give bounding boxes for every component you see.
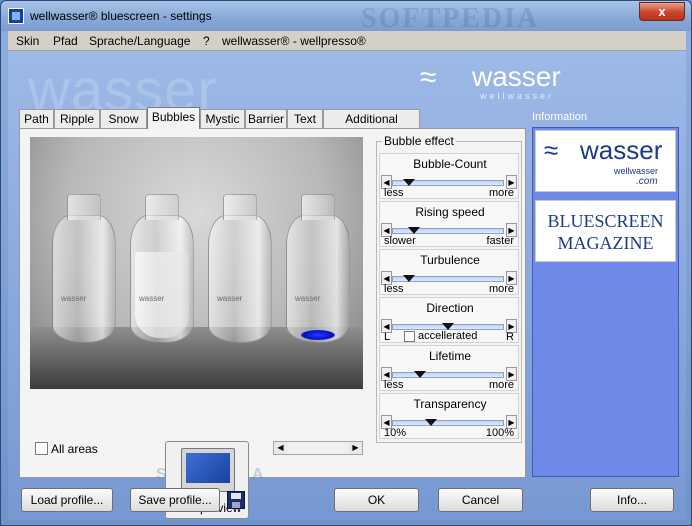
slider-thumb[interactable] <box>425 419 438 426</box>
accellerated-checkbox[interactable] <box>404 330 415 342</box>
all-areas-checkbox[interactable] <box>35 442 48 456</box>
bubble-effect-title: Bubble effect <box>382 134 456 148</box>
slider-thumb[interactable] <box>414 371 426 378</box>
bubbles-tab-panel: wasser wasser wasser wasser All areas pr… <box>19 128 526 519</box>
tab-additional-settings[interactable]: Additional settings <box>323 109 420 140</box>
preview-image: wasser wasser wasser wasser <box>30 137 363 389</box>
ok-button[interactable]: OK <box>334 488 419 512</box>
preview-scrollbar[interactable]: ◀ ▶ <box>273 441 363 455</box>
monitor-icon <box>181 448 235 499</box>
client-area: wasser ≈ wasser wellwasser Path Ripple S… <box>8 51 686 520</box>
carafe-4: wasser <box>286 194 350 343</box>
wave-logo-icon: ≈ <box>420 61 437 94</box>
slider-track[interactable] <box>392 420 504 426</box>
slider-min-label: less <box>384 379 404 391</box>
slider-name: Turbulence <box>420 253 480 267</box>
carafe-1: wasser <box>52 194 116 343</box>
slider-thumb[interactable] <box>442 323 454 330</box>
app-icon[interactable] <box>8 8 24 24</box>
slider-min-label: slower <box>384 235 416 247</box>
window-title: wellwasser® bluescreen - settings <box>30 9 212 23</box>
slider-min-label: less <box>384 187 404 199</box>
close-button[interactable]: x <box>639 2 685 21</box>
carafe-neck <box>67 194 101 220</box>
slider-name: Lifetime <box>428 349 472 363</box>
wave-logo-icon: ≈ <box>544 135 559 165</box>
slider-name: Direction <box>426 301 474 315</box>
wasser-card-dotcom: .com <box>636 176 658 187</box>
info-button[interactable]: Info... <box>590 488 674 512</box>
slider-max-label: faster <box>486 235 514 247</box>
magazine-line-2: MAGAZINE <box>557 233 654 253</box>
menu-skin[interactable]: Skin <box>16 34 39 48</box>
all-areas-option[interactable]: All areas <box>35 441 98 456</box>
slider-thumb[interactable] <box>402 275 415 282</box>
slider-track[interactable] <box>392 372 504 378</box>
scroll-right-arrow-icon[interactable]: ▶ <box>349 442 362 454</box>
slider-max-label: 100% <box>485 427 514 439</box>
bluescreen-magazine-banner[interactable]: BLUESCREEN MAGAZINE <box>535 200 676 262</box>
slider-max-label: more <box>488 187 514 199</box>
slider-max-label: more <box>488 379 514 391</box>
header-logo-sub: wellwasser <box>480 91 555 101</box>
accellerated-label: accellerated <box>418 330 478 342</box>
tab-ripple[interactable]: Ripple <box>54 109 100 129</box>
magazine-line-1: BLUESCREEN <box>547 211 664 231</box>
wasser-card-sub: wellwasser <box>614 166 659 176</box>
slider-bubble-count: Bubble-Count ◀ ▶ less more <box>379 153 519 199</box>
title-bar[interactable]: wellwasser® bluescreen - settings SOFTPE… <box>1 1 691 34</box>
menu-help[interactable]: ? <box>203 34 210 48</box>
header-logo: ≈ wasser wellwasser <box>420 59 570 105</box>
slider-thumb[interactable] <box>402 179 415 186</box>
slider-turbulence: Turbulence ◀ ▶ less more <box>379 249 519 295</box>
tab-path[interactable]: Path <box>19 109 54 129</box>
information-panel: ≈ wasser wellwasser .com BLUESCREEN MAGA… <box>532 127 679 477</box>
carafe-3: wasser <box>208 194 272 343</box>
scroll-left-arrow-icon[interactable]: ◀ <box>274 442 287 454</box>
tab-bubbles[interactable]: Bubbles <box>147 107 200 129</box>
load-profile-button[interactable]: Load profile... <box>21 488 113 512</box>
carafe-brand: wasser <box>139 294 165 303</box>
slider-name: Bubble-Count <box>413 157 487 171</box>
carafe-neck <box>301 194 335 220</box>
information-label: Information <box>532 111 588 123</box>
menu-bar: Skin Pfad Sprache/Language ? wellwasser®… <box>8 31 686 51</box>
tab-snow[interactable]: Snow <box>100 109 147 129</box>
wasser-link-banner[interactable]: ≈ wasser wellwasser .com <box>535 130 676 192</box>
slider-min-label: 10% <box>384 427 407 439</box>
slider-transparency: Transparency ◀ ▶ 10% 100% <box>379 393 519 439</box>
tab-text[interactable]: Text <box>287 109 323 129</box>
slider-direction: Direction ◀ ▶ L accellerated R <box>379 297 519 343</box>
cancel-button[interactable]: Cancel <box>438 488 523 512</box>
header-logo-word: wasser <box>472 61 561 92</box>
menu-pfad[interactable]: Pfad <box>53 34 78 48</box>
carafe-brand: wasser <box>217 294 243 303</box>
carafe-brand: wasser <box>295 294 321 303</box>
slider-lifetime: Lifetime ◀ ▶ less more <box>379 345 519 391</box>
tab-barrier[interactable]: Barrier <box>245 109 287 129</box>
slider-max-label: more <box>488 283 514 295</box>
slider-name: Rising speed <box>415 205 485 219</box>
settings-window: wellwasser® bluescreen - settings SOFTPE… <box>0 0 692 526</box>
menu-language[interactable]: Sprache/Language <box>89 34 190 48</box>
carafe-neck <box>223 194 257 220</box>
slider-min-label: L <box>384 331 391 343</box>
slider-max-label: R <box>506 331 514 343</box>
blue-glow <box>301 330 335 340</box>
accellerated-option[interactable]: accellerated <box>404 330 477 342</box>
tab-mystic[interactable]: Mystic <box>200 109 245 129</box>
slider-thumb[interactable] <box>408 227 421 234</box>
floppy-disk-icon[interactable] <box>227 491 245 509</box>
slider-rising-speed: Rising speed ◀ ▶ slower faster <box>379 201 519 247</box>
monitor-screen <box>186 453 230 483</box>
all-areas-label: All areas <box>51 441 98 456</box>
wasser-card-word: wasser <box>580 135 663 165</box>
slider-min-label: less <box>384 283 404 295</box>
slider-name: Transparency <box>413 397 487 411</box>
menu-wellwasser[interactable]: wellwasser® - wellpresso® <box>222 34 366 48</box>
carafe-2: wasser <box>130 194 194 343</box>
save-profile-button[interactable]: Save profile... <box>130 488 220 512</box>
carafe-brand: wasser <box>61 294 87 303</box>
carafe-neck <box>145 194 179 220</box>
